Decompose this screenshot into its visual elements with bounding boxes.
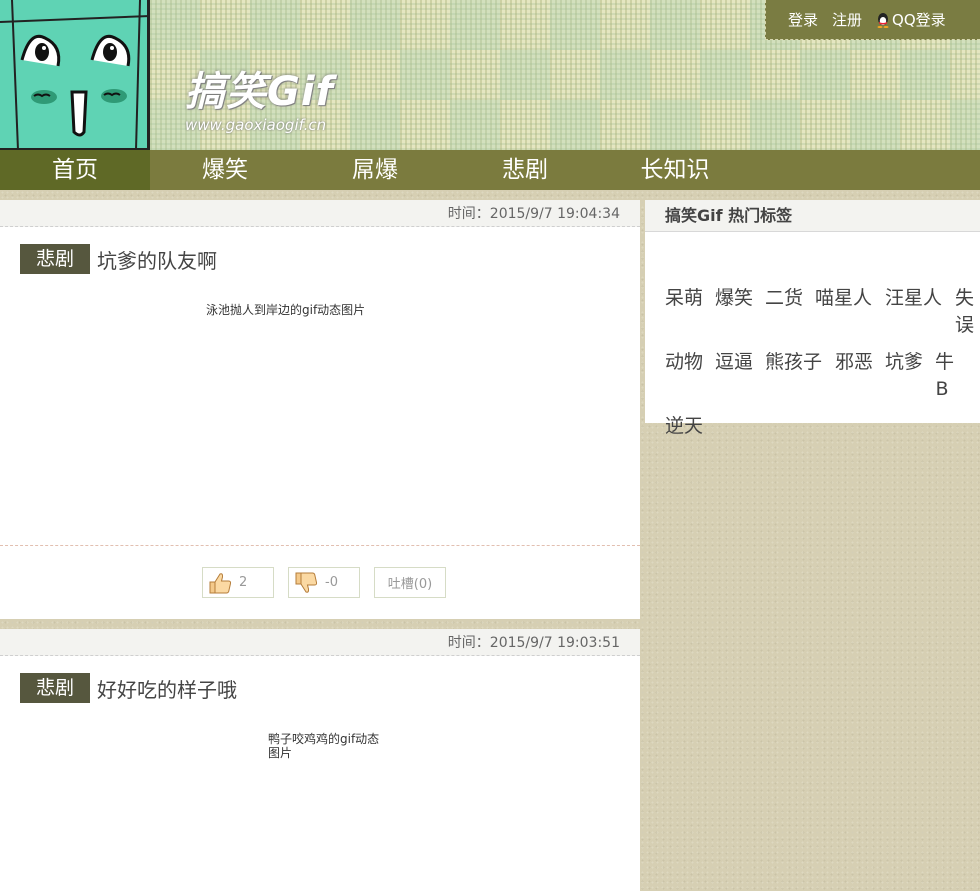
login-link[interactable]: 登录 xyxy=(788,9,818,30)
thumbs-up-icon xyxy=(209,572,232,593)
hot-tags-title: 搞笑Gif 热门标签 xyxy=(645,200,980,232)
nav-item-knowledge[interactable]: 长知识 xyxy=(600,150,750,190)
tag-link[interactable]: 动物 xyxy=(665,349,703,376)
post-divider xyxy=(0,545,640,546)
tag-link[interactable]: 汪星人 xyxy=(885,285,942,312)
tag-link[interactable]: 失误 xyxy=(955,285,975,339)
dislike-count: -0 xyxy=(325,575,338,590)
qq-penguin-icon xyxy=(877,12,889,28)
post-title[interactable]: 好好吃的样子哦 xyxy=(97,674,237,703)
like-button[interactable]: 2 xyxy=(202,567,274,598)
nav-item-tragedy[interactable]: 悲剧 xyxy=(450,150,600,190)
post-title[interactable]: 坑爹的队友啊 xyxy=(97,245,217,274)
mascot-face-icon xyxy=(0,0,147,148)
nav-item-awesome[interactable]: 屌爆 xyxy=(300,150,450,190)
qq-login-label: QQ登录 xyxy=(892,11,946,29)
auth-bar: 登录 注册 QQ登录 xyxy=(765,0,980,40)
main-nav: 首页 爆笑 屌爆 悲剧 长知识 xyxy=(0,150,980,190)
nav-item-lol[interactable]: 爆笑 xyxy=(150,150,300,190)
post-image[interactable]: 泳池抛人到岸边的gif动态图片 xyxy=(206,303,365,317)
site-logo[interactable]: 搞笑Gif www.gaoxiaogif.cn xyxy=(185,70,355,140)
tag-link[interactable]: 二货 xyxy=(765,285,803,312)
tag-link[interactable]: 熊孩子 xyxy=(765,349,822,376)
nav-item-home[interactable]: 首页 xyxy=(0,150,150,190)
hot-tags-panel: 搞笑Gif 热门标签 呆萌 爆笑 二货 喵星人 汪星人 失误 动物 逗逼 熊孩子… xyxy=(645,200,980,437)
post-timestamp: 时间：2015/9/7 19:04:34 xyxy=(0,200,640,227)
thumbs-down-icon xyxy=(295,572,318,593)
post-card: 时间：2015/9/7 19:03:51 悲剧 好好吃的样子哦 鸭子咬鸡鸡的gi… xyxy=(0,629,640,891)
tag-link[interactable]: 呆萌 xyxy=(665,285,703,312)
register-link[interactable]: 注册 xyxy=(832,9,862,30)
tag-link[interactable]: 邪恶 xyxy=(835,349,873,376)
tag-list: 呆萌 爆笑 二货 喵星人 汪星人 失误 动物 逗逼 熊孩子 邪恶 坑爹 牛B 逆… xyxy=(645,232,980,437)
dislike-button[interactable]: -0 xyxy=(288,567,360,598)
tag-link[interactable]: 坑爹 xyxy=(885,349,923,376)
site-header: 搞笑Gif www.gaoxiaogif.cn 登录 注册 QQ登录 xyxy=(0,0,980,150)
post-title-row: 悲剧 坑爹的队友啊 xyxy=(0,244,640,274)
logo-title: 搞笑Gif xyxy=(185,69,334,115)
category-badge[interactable]: 悲剧 xyxy=(20,673,90,703)
category-badge[interactable]: 悲剧 xyxy=(20,244,90,274)
tag-link[interactable]: 喵星人 xyxy=(815,285,872,312)
post-image[interactable]: 鸭子咬鸡鸡的gif动态图片 xyxy=(268,732,380,760)
tag-link[interactable]: 爆笑 xyxy=(715,285,753,312)
like-count: 2 xyxy=(239,575,248,590)
post-card: 时间：2015/9/7 19:04:34 悲剧 坑爹的队友啊 泳池抛人到岸边的g… xyxy=(0,200,640,619)
tag-link[interactable]: 逗逼 xyxy=(715,349,753,376)
comment-button[interactable]: 吐槽(0) xyxy=(374,567,446,598)
logo-url: www.gaoxiaogif.cn xyxy=(185,116,327,134)
tag-link[interactable]: 逆天 xyxy=(665,413,703,440)
post-actions: 2 -0 吐槽(0) xyxy=(202,567,446,598)
tag-link[interactable]: 牛B xyxy=(935,349,954,403)
qq-login-link[interactable]: QQ登录 xyxy=(876,9,946,30)
post-title-row: 悲剧 好好吃的样子哦 xyxy=(0,673,640,703)
mascot-face-logo[interactable] xyxy=(0,0,150,150)
post-timestamp: 时间：2015/9/7 19:03:51 xyxy=(0,629,640,656)
